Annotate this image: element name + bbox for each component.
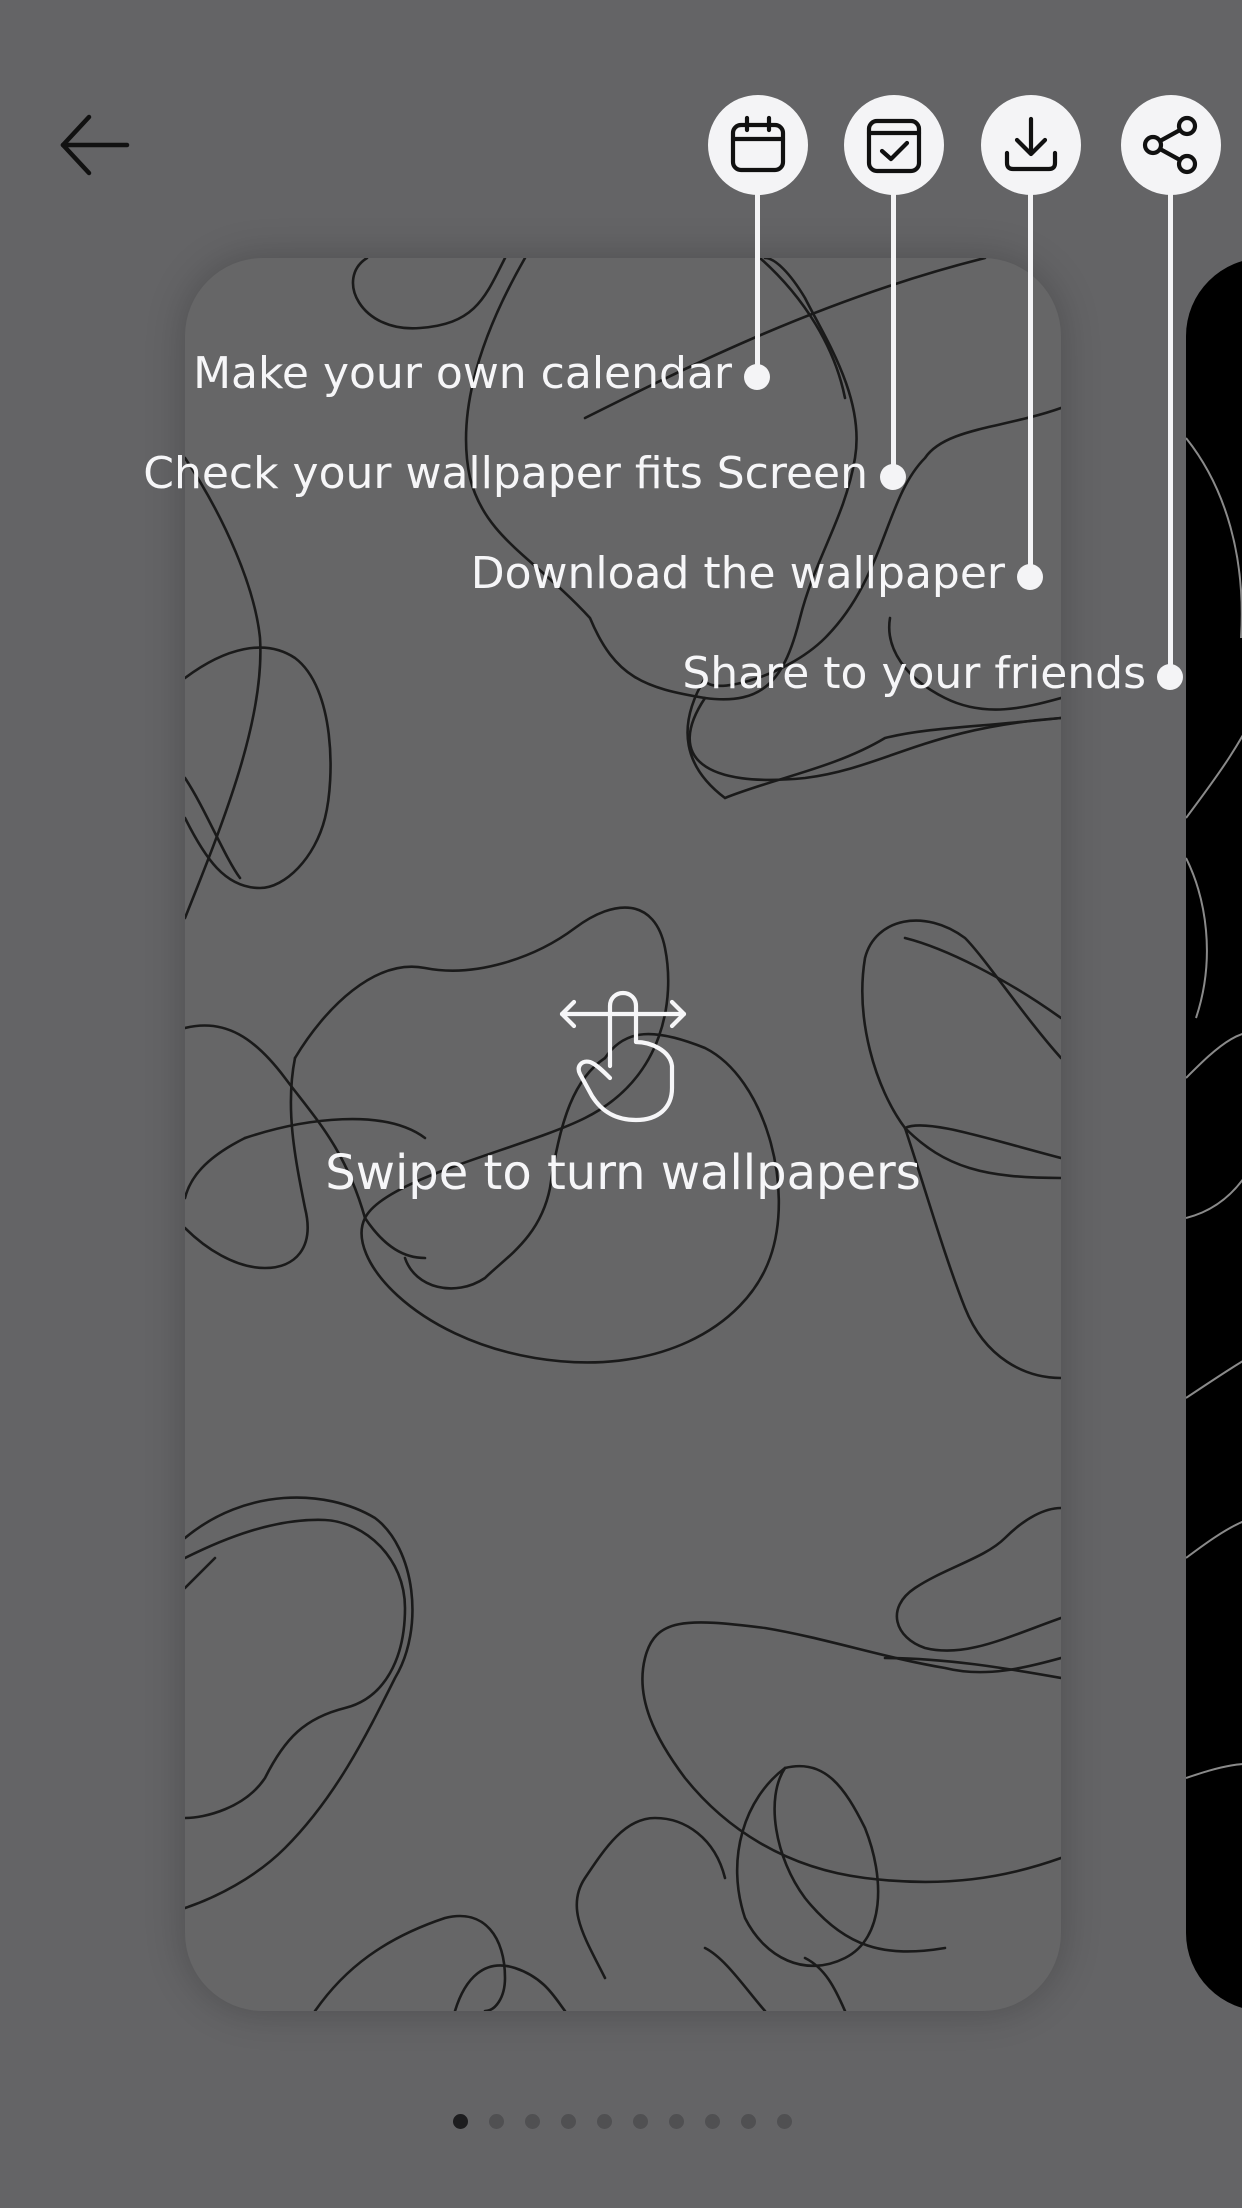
share-hint-line xyxy=(1168,193,1173,677)
page-dot[interactable] xyxy=(488,2114,504,2129)
download-button[interactable] xyxy=(981,95,1081,195)
page-dot[interactable] xyxy=(524,2114,540,2129)
page-dot[interactable] xyxy=(632,2114,648,2129)
page-dot[interactable] xyxy=(560,2114,576,2129)
wallpaper-preview-screen: Make your own calendar Check your wallpa… xyxy=(0,0,1242,2208)
swipe-hand-icon xyxy=(559,990,687,1123)
fit-hint-line xyxy=(891,193,896,477)
arrow-left-icon xyxy=(60,114,130,176)
page-indicator xyxy=(0,2114,1242,2129)
make-calendar-button[interactable] xyxy=(708,95,808,195)
back-button[interactable] xyxy=(55,105,145,185)
share-hint-dot xyxy=(1157,664,1183,690)
page-dot[interactable] xyxy=(596,2114,612,2129)
share-hint-label: Share to your friends xyxy=(682,648,1146,699)
download-icon xyxy=(1004,116,1058,172)
download-hint-label: Download the wallpaper xyxy=(470,548,1005,599)
calendar-check-icon xyxy=(866,118,922,174)
download-hint-line xyxy=(1028,193,1033,577)
page-dot[interactable] xyxy=(740,2114,756,2129)
page-dot[interactable] xyxy=(668,2114,684,2129)
fit-hint-label: Check your wallpaper fits Screen xyxy=(143,448,868,499)
calendar-icon xyxy=(730,115,786,173)
swipe-hint-text: Swipe to turn wallpapers xyxy=(325,1145,921,1201)
download-hint-dot xyxy=(1017,564,1043,590)
share-button[interactable] xyxy=(1121,95,1221,195)
fit-hint-dot xyxy=(880,464,906,490)
page-dot[interactable] xyxy=(776,2114,792,2129)
next-wallpaper-pattern xyxy=(1186,437,1242,1779)
calendar-hint-line xyxy=(755,193,760,377)
next-wallpaper-card[interactable] xyxy=(1186,258,1242,2011)
calendar-hint-label: Make your own calendar xyxy=(193,348,732,399)
page-dot[interactable] xyxy=(704,2114,720,2129)
page-dot[interactable] xyxy=(452,2114,468,2129)
check-fit-button[interactable] xyxy=(844,95,944,195)
swipe-hint: Swipe to turn wallpapers xyxy=(185,990,1061,1201)
calendar-hint-dot xyxy=(744,364,770,390)
share-icon xyxy=(1142,115,1198,175)
